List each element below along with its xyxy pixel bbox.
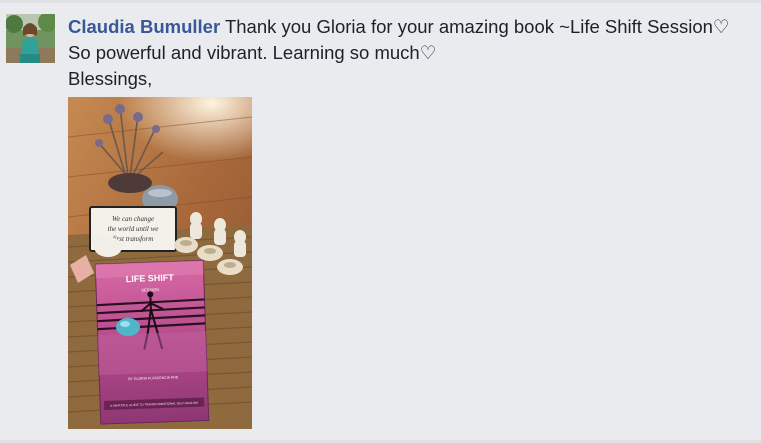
author-name-link[interactable]: Claudia Bumuller bbox=[68, 16, 220, 37]
comment-text-2: So powerful and vibrant. Learning so muc… bbox=[68, 42, 437, 63]
book-title: LIFE SHIFT bbox=[126, 272, 175, 284]
comment-text-3: Blessings, bbox=[68, 68, 153, 89]
attached-photo[interactable]: We can change the world until we first t… bbox=[68, 97, 252, 429]
top-divider bbox=[0, 0, 761, 3]
sign-line-2: the world until we bbox=[108, 225, 159, 233]
avatar[interactable] bbox=[6, 14, 55, 63]
comment-text-1: Thank you Gloria for your amazing book ~… bbox=[224, 16, 730, 37]
comment-body: Claudia Bumuller Thank you Gloria for yo… bbox=[68, 14, 758, 92]
comment-line-1: Claudia Bumuller Thank you Gloria for yo… bbox=[68, 14, 758, 40]
sign-line-1: We can change bbox=[112, 215, 154, 223]
